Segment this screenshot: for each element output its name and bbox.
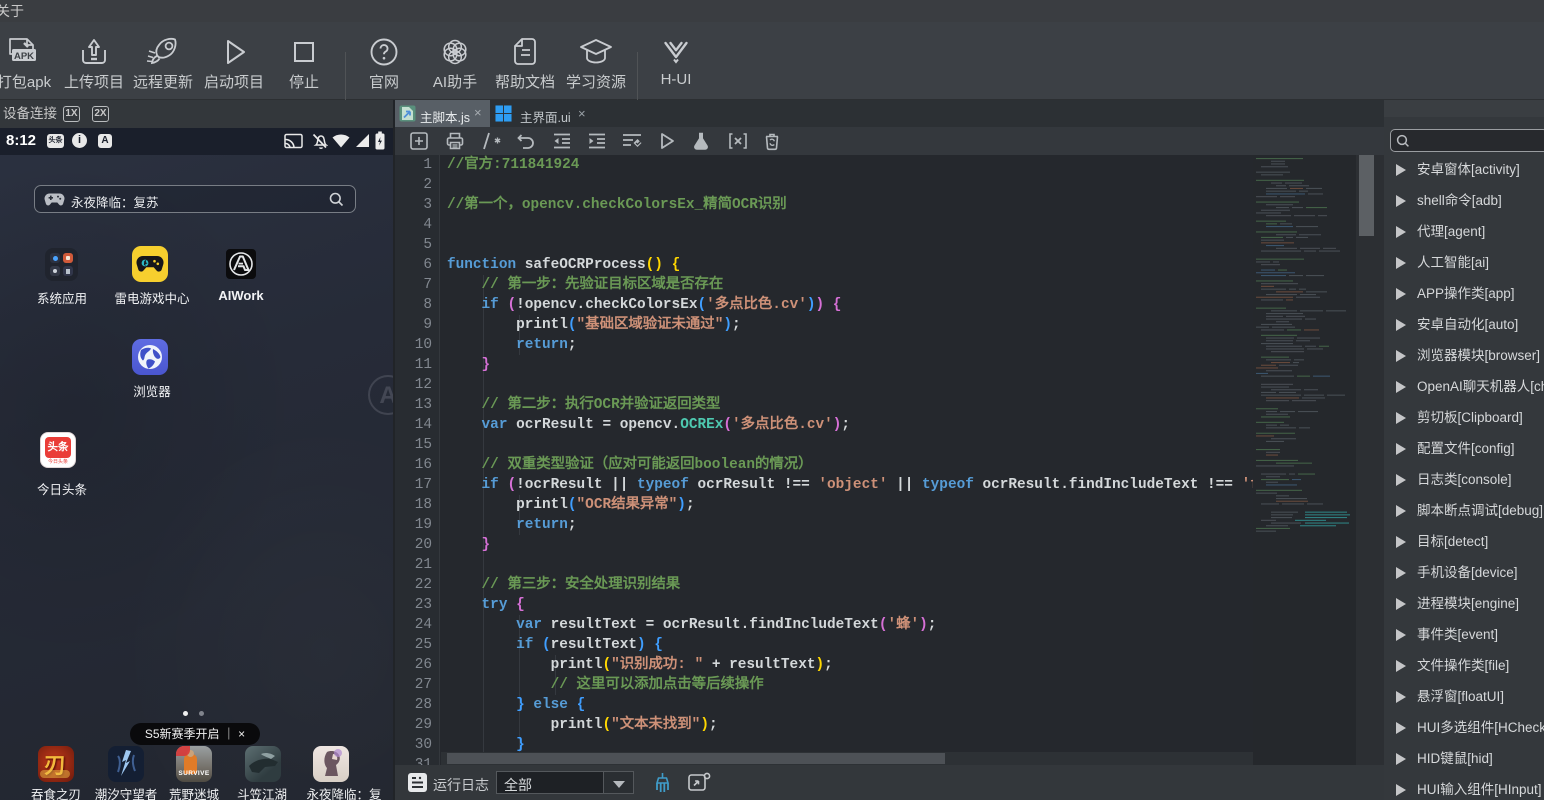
svg-text:APK: APK (14, 51, 34, 62)
